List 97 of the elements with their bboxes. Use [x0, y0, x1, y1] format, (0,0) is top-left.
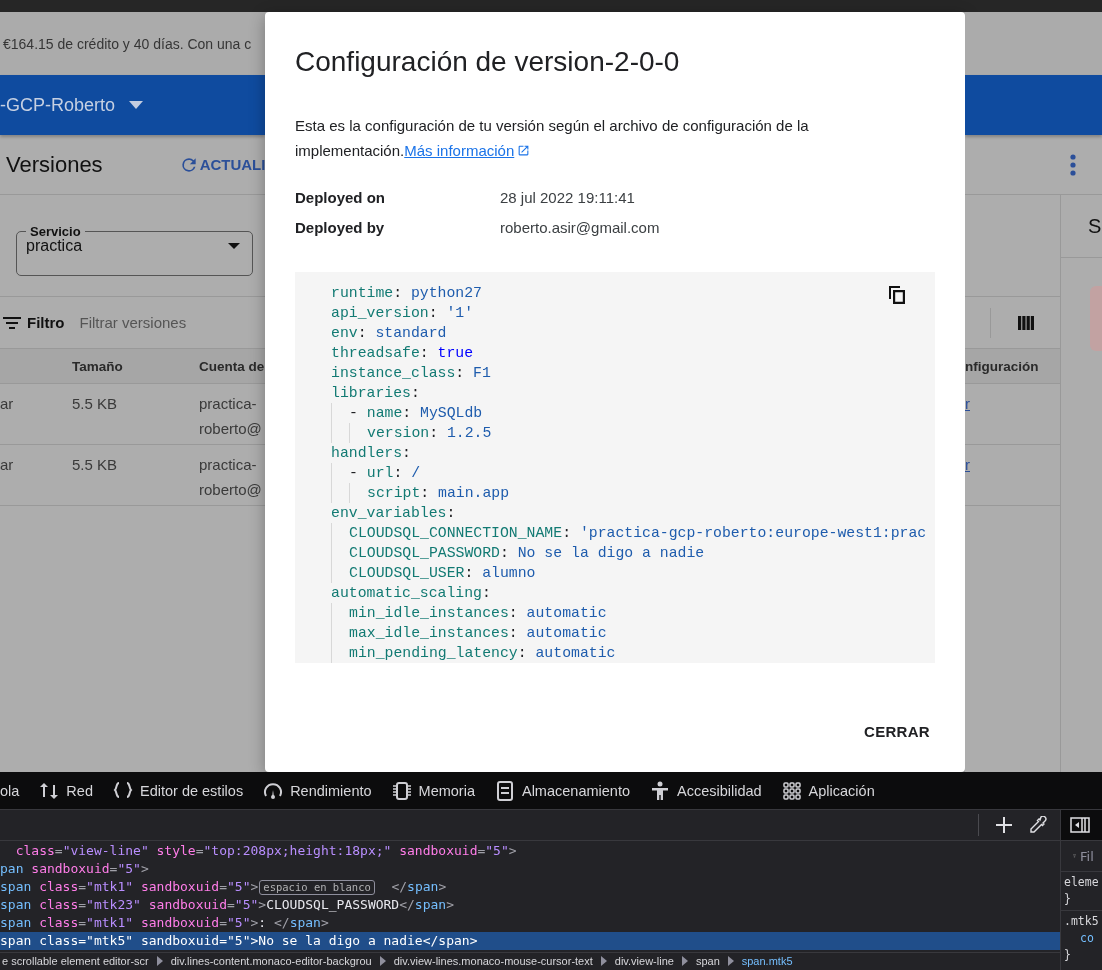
markup-text: span class="mtk1" sandboxuid="5">: [0, 878, 259, 896]
code-line: - name: MySQLdb: [349, 404, 483, 423]
detail-value: roberto.asir@gmail.com: [500, 218, 661, 236]
sidebar-toggle-icon[interactable]: [1070, 817, 1090, 833]
credit-banner-text: €164.15 de crédito y 40 días. Con una c: [3, 35, 252, 52]
table-cell-text: 5.5 KB: [72, 394, 119, 414]
code-line: script: main.app: [367, 484, 510, 503]
chevron-icon: [156, 956, 163, 966]
project-selector[interactable]: -GCP-Roberto: [0, 94, 116, 116]
add-icon[interactable]: [995, 816, 1013, 834]
markup-row[interactable]: span class="mtk5" sandboxuid="5">No se la digo a nadie</span>: [0, 932, 1060, 950]
eyedropper-icon[interactable]: [1029, 816, 1047, 834]
code-line: env: standard: [331, 324, 447, 343]
close-button[interactable]: CERRAR: [859, 713, 935, 749]
person-icon: [649, 780, 670, 801]
breadcrumb[interactable]: div.view-lines.monaco-mouse-cursor-text: [393, 955, 593, 967]
code-line: api_version: '1': [331, 304, 474, 323]
markup-text: </span>: [390, 878, 447, 896]
devtools-tab[interactable]: Almacenamiento: [494, 780, 630, 801]
filter-field[interactable]: Filtrar versiones: [79, 314, 250, 331]
chevron-icon: [681, 956, 688, 966]
css-rule-text: }: [1064, 947, 1072, 964]
code-line: env_variables:: [331, 504, 456, 523]
braces-icon: [112, 780, 133, 801]
table-cell-text: ar: [0, 394, 15, 414]
description-text: Esta es la configuración de tu versión según el archivo de configuración de la implementación.Más información: [295, 116, 810, 161]
storage-icon: [494, 780, 515, 801]
styles-filter-field[interactable]: Fil: [1080, 848, 1102, 864]
more-options-icon[interactable]: [1070, 153, 1076, 176]
devtools-tab[interactable]: Accesibilidad: [649, 780, 762, 801]
markup-row[interactable]: class="view-line" style="top:208px;height:18px;" sandboxuid="5">: [0, 842, 1060, 860]
column-header: nfiguración: [965, 358, 1039, 374]
breadcrumb[interactable]: span: [695, 955, 720, 967]
devtools-tab[interactable]: ola: [0, 782, 20, 799]
dropdown-arrow-icon: [228, 243, 240, 249]
code-line: max_idle_instances: automatic: [349, 624, 607, 643]
markup-row[interactable]: span class="mtk1" sandboxuid="5">: </span>: [0, 914, 1060, 932]
filter-label: Filtro: [27, 314, 65, 331]
table-cell-text: 5.5 KB: [72, 455, 119, 475]
detail-label: Deployed by: [295, 218, 386, 236]
dialog-title: Configuración de version-2-0-0: [295, 45, 681, 79]
devtools-tab[interactable]: Red: [39, 780, 93, 801]
external-link-icon: [517, 144, 531, 157]
code-line: min_pending_latency: automatic: [349, 644, 616, 663]
breadcrumb[interactable]: div.lines-content.monaco-editor-backgrou: [170, 955, 372, 967]
arrows-icon: [39, 780, 60, 801]
detail-label: Deployed on: [295, 188, 386, 206]
css-rule-text: .mtk5: [1064, 913, 1100, 930]
markup-row[interactable]: span class="mtk23" sandboxuid="5">CLOUDSQL_PASSWORD</span>: [0, 896, 1060, 914]
page-title: Versiones: [6, 151, 103, 178]
code-line: CLOUDSQL_USER: alumno: [349, 564, 536, 583]
code-line: threadsafe: true: [331, 344, 474, 363]
devtools-tab[interactable]: Rendimiento: [263, 780, 372, 801]
code-line: instance_class: F1: [331, 364, 491, 383]
css-rule-text: eleme: [1064, 874, 1100, 891]
chevron-icon: [600, 956, 607, 966]
code-line: handlers:: [331, 444, 411, 463]
breadcrumb[interactable]: e scrollable element editor-scr: [2, 955, 149, 967]
code-line: CLOUDSQL_PASSWORD: No se la digo a nadie: [349, 544, 705, 563]
css-rule-text: co: [1079, 930, 1095, 947]
devtools-tab[interactable]: Editor de estilos: [112, 780, 244, 801]
markup-row[interactable]: span class="mtk1" sandboxuid="5"> espacio en blanco </span>: [0, 878, 1060, 896]
chevron-icon: [379, 956, 386, 966]
devtools-tab[interactable]: Aplicación: [781, 780, 875, 801]
column-header: Cuenta de: [199, 358, 265, 374]
code-line: min_idle_instances: automatic: [349, 604, 607, 623]
code-line: CLOUDSQL_CONNECTION_NAME: 'practica-gcp-roberto:europe-west1:prac: [349, 524, 927, 543]
detail-value: 28 jul 2022 19:11:41: [500, 188, 636, 206]
css-rule-text: }: [1064, 891, 1072, 908]
chevron-icon: [727, 956, 734, 966]
columns-icon[interactable]: [1018, 314, 1034, 331]
table-cell-text: practica- roberto@: [199, 394, 262, 439]
filter-icon: [3, 316, 21, 329]
table-cell-text: practica- roberto@: [199, 455, 262, 500]
code-line: automatic_scaling:: [331, 584, 491, 603]
code-line: - url: /: [349, 464, 421, 483]
grid-icon: [781, 780, 802, 801]
service-dropdown[interactable]: Servicio practica: [16, 224, 253, 276]
breadcrumb[interactable]: div.view-line: [614, 955, 674, 967]
column-header: Tamaño: [72, 358, 124, 374]
breadcrumb[interactable]: span.mtk5: [741, 955, 793, 967]
code-line: version: 1.2.5: [367, 424, 492, 443]
caret-icon: [129, 101, 144, 109]
refresh-button[interactable]: ACTUALI: [178, 154, 265, 175]
code-line: libraries:: [331, 384, 420, 403]
gauge-icon: [263, 780, 284, 801]
chip-icon: [391, 780, 412, 801]
whitespace-badge: espacio en blanco: [259, 879, 375, 895]
panel-title: S: [1088, 214, 1102, 238]
table-cell-text: ar: [0, 455, 15, 475]
markup-row[interactable]: pan sandboxuid="5">: [0, 860, 1060, 878]
table-link[interactable]: r: [965, 452, 970, 477]
copy-icon[interactable]: [889, 286, 905, 304]
table-link[interactable]: r: [965, 391, 970, 416]
devtools-tab[interactable]: Memoria: [391, 780, 475, 801]
code-line: runtime: python27: [331, 284, 482, 303]
more-info-link[interactable]: Más información: [404, 142, 531, 159]
